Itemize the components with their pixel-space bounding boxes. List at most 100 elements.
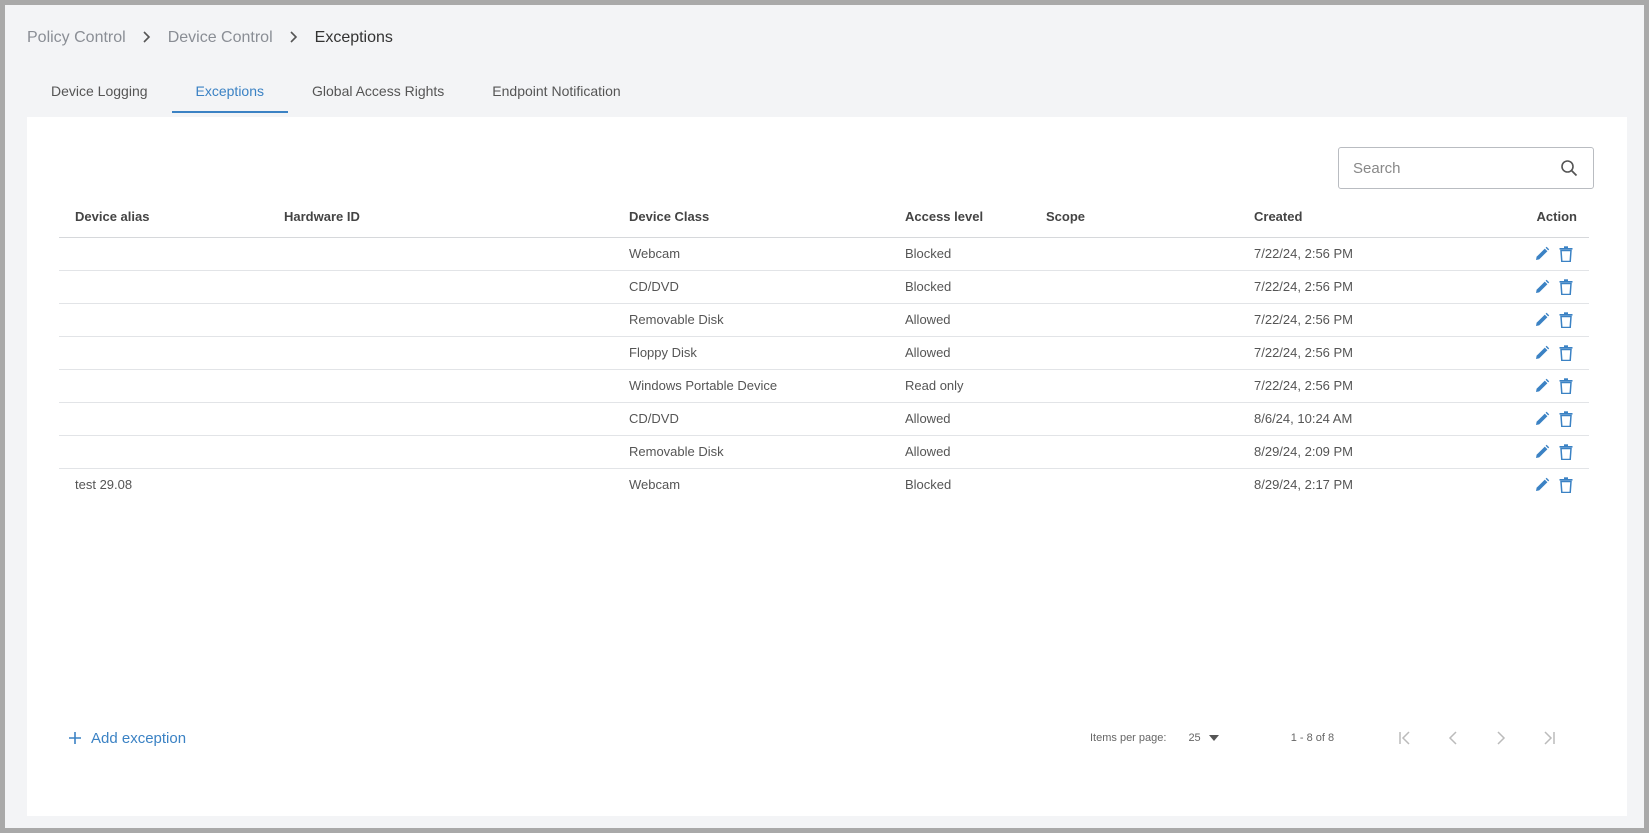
- edit-pencil-icon[interactable]: [1531, 441, 1553, 463]
- cell-device-alias: [59, 237, 268, 271]
- tab-bar: Device Logging Exceptions Global Access …: [27, 69, 645, 113]
- column-header-access-level[interactable]: Access level: [889, 197, 1030, 238]
- cell-action: [1447, 468, 1589, 501]
- cell-scope: [1030, 336, 1238, 370]
- cell-device-class: Windows Portable Device: [613, 369, 889, 403]
- tab-global-access-rights[interactable]: Global Access Rights: [288, 69, 468, 113]
- last-page-icon[interactable]: [1534, 723, 1564, 753]
- edit-pencil-icon[interactable]: [1531, 342, 1553, 364]
- table-row[interactable]: Windows Portable Device Read only 7/22/24,…: [59, 369, 1589, 403]
- delete-trash-icon[interactable]: [1555, 243, 1577, 265]
- cell-device-class: CD/DVD: [613, 270, 889, 304]
- tab-device-logging[interactable]: Device Logging: [27, 69, 172, 113]
- cell-access-level: Blocked: [889, 237, 1030, 271]
- paginator: Items per page: 25 1 - 8 of 8: [1090, 723, 1564, 753]
- cell-hardware-id: [268, 369, 613, 403]
- delete-trash-icon[interactable]: [1555, 342, 1577, 364]
- search-icon[interactable]: [1559, 158, 1579, 178]
- cell-scope: [1030, 402, 1238, 436]
- cell-device-alias: [59, 402, 268, 436]
- edit-pencil-icon[interactable]: [1531, 375, 1553, 397]
- breadcrumb-device-control[interactable]: Device Control: [168, 29, 273, 47]
- cell-created: 8/29/24, 2:09 PM: [1238, 435, 1447, 469]
- cell-hardware-id: [268, 402, 613, 436]
- breadcrumb-policy-control[interactable]: Policy Control: [27, 29, 126, 47]
- table-row[interactable]: Removable Disk Allowed 8/29/24, 2:09 PM: [59, 435, 1589, 469]
- cell-access-level: Blocked: [889, 270, 1030, 304]
- table-row[interactable]: CD/DVD Allowed 8/6/24, 10:24 AM: [59, 402, 1589, 436]
- cell-device-alias: test 29.08: [75, 477, 133, 493]
- table-row[interactable]: CD/DVD Blocked 7/22/24, 2:56 PM: [59, 270, 1589, 304]
- search-box[interactable]: [1338, 147, 1594, 189]
- cell-action: [1447, 435, 1589, 469]
- cell-access-level: Allowed: [889, 435, 1030, 469]
- cell-hardware-id: [268, 303, 613, 337]
- column-header-scope[interactable]: Scope: [1030, 197, 1238, 238]
- delete-trash-icon[interactable]: [1555, 276, 1577, 298]
- tab-exceptions[interactable]: Exceptions: [171, 69, 289, 113]
- add-exception-button[interactable]: Add exception: [69, 727, 186, 750]
- cell-device-class: Floppy Disk: [613, 336, 889, 370]
- items-per-page-select[interactable]: 25: [1188, 732, 1219, 744]
- breadcrumb-exceptions: Exceptions: [314, 29, 393, 46]
- breadcrumb: Policy Control Device Control Exceptions: [27, 27, 393, 49]
- previous-page-icon[interactable]: [1438, 723, 1468, 753]
- cell-action: [1447, 369, 1589, 403]
- edit-pencil-icon[interactable]: [1531, 276, 1553, 298]
- cell-access-level: Blocked: [905, 477, 952, 493]
- column-header-hardware-id[interactable]: Hardware ID: [268, 197, 613, 238]
- cell-hardware-id: [268, 468, 613, 501]
- cell-device-alias: [59, 369, 268, 403]
- app-window: Policy Control Device Control Exceptions…: [5, 5, 1644, 828]
- cell-hardware-id: [268, 237, 613, 271]
- cell-access-level: Allowed: [889, 402, 1030, 436]
- caret-down-icon: [1208, 732, 1219, 744]
- cell-device-class: Webcam: [629, 477, 681, 493]
- delete-trash-icon[interactable]: [1555, 441, 1577, 463]
- table-row[interactable]: Removable Disk Allowed 7/22/24, 2:56 PM: [59, 303, 1589, 337]
- cell-device-class: Webcam: [613, 237, 889, 271]
- tab-endpoint-notification[interactable]: Endpoint Notification: [468, 69, 644, 113]
- cell-scope: [1030, 303, 1238, 337]
- cell-action: [1447, 237, 1589, 271]
- edit-pencil-icon[interactable]: [1531, 243, 1553, 265]
- chevron-right-icon: [142, 30, 152, 47]
- cell-access-level: Allowed: [889, 336, 1030, 370]
- edit-pencil-icon[interactable]: [1531, 474, 1553, 496]
- cell-created: 7/22/24, 2:56 PM: [1238, 336, 1447, 370]
- first-page-icon[interactable]: [1390, 723, 1420, 753]
- cell-device-class: Removable Disk: [613, 435, 889, 469]
- next-page-icon[interactable]: [1486, 723, 1516, 753]
- delete-trash-icon[interactable]: [1555, 408, 1577, 430]
- table-row[interactable]: test 29.08 Webcam Blocked 8/29/24, 2:17 PM: [59, 468, 1589, 501]
- edit-pencil-icon[interactable]: [1531, 408, 1553, 430]
- cell-scope: [1030, 468, 1238, 501]
- items-per-page-label: Items per page:: [1090, 732, 1167, 744]
- cell-scope: [1030, 237, 1238, 271]
- search-input[interactable]: [1353, 159, 1559, 177]
- cell-device-class: CD/DVD: [613, 402, 889, 436]
- cell-scope: [1030, 435, 1238, 469]
- delete-trash-icon[interactable]: [1555, 309, 1577, 331]
- cell-action: [1447, 303, 1589, 337]
- cell-access-level: Allowed: [889, 303, 1030, 337]
- cell-device-alias: [59, 303, 268, 337]
- delete-trash-icon[interactable]: [1555, 375, 1577, 397]
- cell-hardware-id: [268, 435, 613, 469]
- plus-icon: [69, 727, 81, 750]
- cell-device-alias: [59, 336, 268, 370]
- edit-pencil-icon[interactable]: [1531, 309, 1553, 331]
- table-row[interactable]: Webcam Blocked 7/22/24, 2:56 PM: [59, 237, 1589, 271]
- cell-created: 8/29/24, 2:17 PM: [1254, 477, 1354, 493]
- add-exception-label: Add exception: [91, 730, 187, 747]
- column-header-device-class[interactable]: Device Class: [613, 197, 889, 238]
- delete-trash-icon[interactable]: [1555, 474, 1577, 496]
- cell-hardware-id: [268, 336, 613, 370]
- column-header-action: Action: [1447, 197, 1589, 238]
- table-row[interactable]: Floppy Disk Allowed 7/22/24, 2:56 PM: [59, 336, 1589, 370]
- column-header-created[interactable]: Created: [1238, 197, 1447, 238]
- cell-created: 7/22/24, 2:56 PM: [1238, 237, 1447, 271]
- column-header-device-alias[interactable]: Device alias: [59, 197, 268, 238]
- cell-device-alias: [59, 270, 268, 304]
- items-per-page-value: 25: [1188, 732, 1201, 744]
